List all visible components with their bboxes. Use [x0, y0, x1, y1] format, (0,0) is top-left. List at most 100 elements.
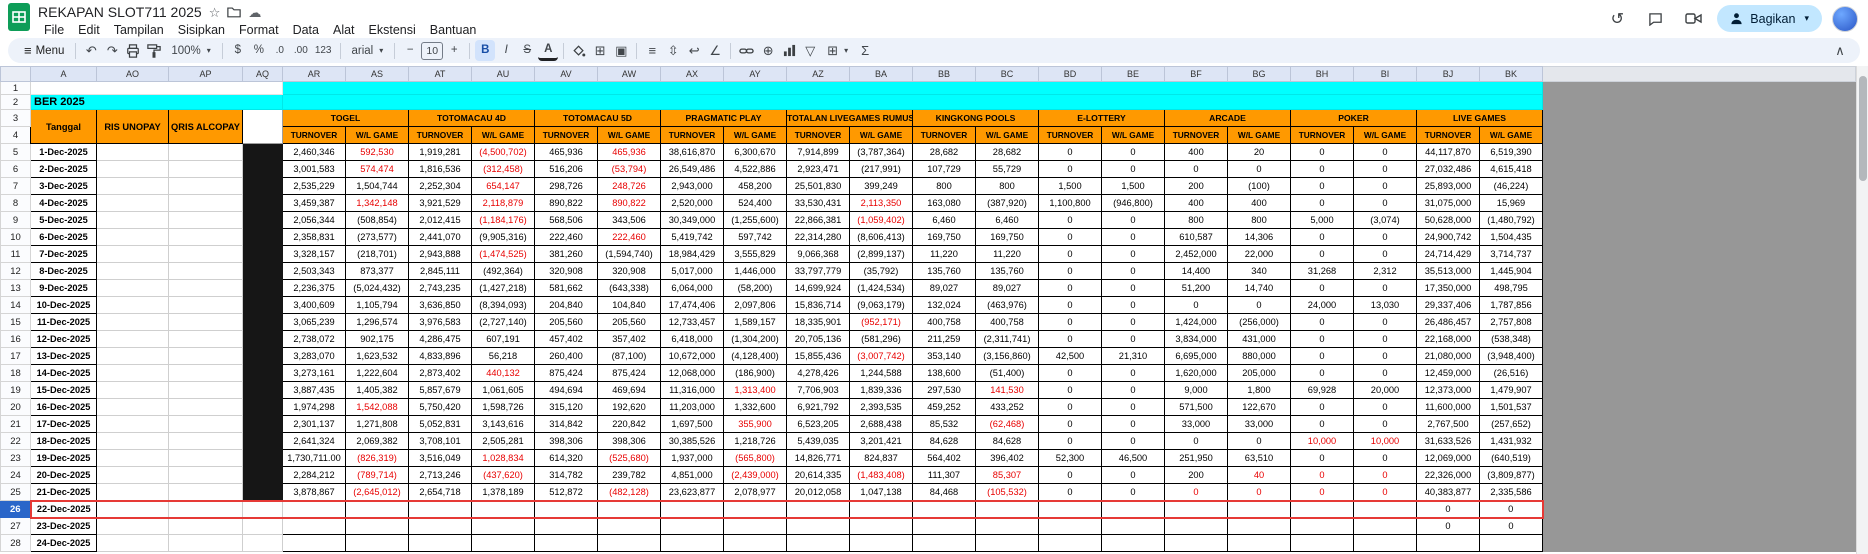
cell[interactable]: 1,501,537 — [1479, 398, 1543, 416]
cell[interactable]: 516,206 — [534, 160, 598, 178]
cell[interactable]: 6,300,670 — [723, 143, 787, 161]
cell[interactable]: 0 — [1164, 483, 1228, 501]
cell[interactable]: 571,500 — [1164, 398, 1228, 416]
cell[interactable]: 10,000 — [1353, 432, 1417, 450]
cell[interactable] — [168, 483, 243, 501]
cell[interactable]: 512,872 — [534, 483, 598, 501]
cell[interactable]: 1,100,800 — [1038, 194, 1102, 212]
cell[interactable]: 4,522,886 — [723, 160, 787, 178]
cell[interactable]: 3,516,049 — [408, 449, 472, 467]
subheader-turnover[interactable]: TURNOVER — [534, 126, 598, 144]
date-cell[interactable]: 8-Dec-2025 — [30, 262, 97, 280]
cell[interactable]: 28,682 — [912, 143, 976, 161]
cell[interactable]: 14,400 — [1164, 262, 1228, 280]
cell[interactable]: 0 — [1416, 499, 1480, 519]
cell[interactable]: 2,743,235 — [408, 279, 472, 297]
cell[interactable]: 4,833,896 — [408, 347, 472, 365]
cell[interactable] — [1038, 499, 1102, 519]
cell[interactable]: 15,969 — [1479, 194, 1543, 212]
cell[interactable]: (1,483,408) — [849, 466, 913, 484]
cell[interactable]: 33,530,431 — [786, 194, 850, 212]
cell[interactable]: 400 — [1164, 194, 1228, 212]
cell[interactable]: 260,400 — [534, 347, 598, 365]
cell[interactable]: 800 — [912, 177, 976, 195]
text-rotate-button[interactable]: ∠ — [705, 40, 725, 61]
cell[interactable]: 7,914,899 — [786, 143, 850, 161]
subheader-turnover[interactable]: TURNOVER — [1164, 126, 1228, 144]
cell[interactable]: 875,424 — [597, 364, 661, 382]
cell[interactable]: (273,577) — [345, 228, 409, 246]
cell[interactable] — [597, 499, 661, 519]
cell[interactable]: 84,468 — [912, 483, 976, 501]
cell[interactable]: 400 — [1164, 143, 1228, 161]
cell[interactable] — [849, 499, 913, 519]
cell[interactable]: 11,203,000 — [660, 398, 724, 416]
cell[interactable]: 18,335,901 — [786, 313, 850, 331]
cell[interactable]: 0 — [1101, 211, 1165, 229]
cell[interactable]: 2,520,000 — [660, 194, 724, 212]
cell[interactable]: 610,587 — [1164, 228, 1228, 246]
cell[interactable]: 200 — [1164, 177, 1228, 195]
cell[interactable]: (35,792) — [849, 262, 913, 280]
vertical-align-button[interactable]: ⇳ — [663, 40, 683, 61]
row-header-5[interactable]: 5 — [0, 143, 31, 161]
subheader-wl[interactable]: W/L GAME — [597, 126, 661, 144]
cell[interactable]: (952,171) — [849, 313, 913, 331]
cell[interactable]: 89,027 — [912, 279, 976, 297]
cell[interactable] — [168, 194, 243, 212]
cell[interactable]: 498,795 — [1479, 279, 1543, 297]
cell[interactable]: 458,200 — [723, 177, 787, 195]
cell[interactable]: 524,400 — [723, 194, 787, 212]
cell[interactable]: 40 — [1227, 466, 1291, 484]
date-cell[interactable]: 6-Dec-2025 — [30, 228, 97, 246]
cell[interactable]: 4,286,475 — [408, 330, 472, 348]
cell[interactable]: (26,516) — [1479, 364, 1543, 382]
cell[interactable]: 0 — [1290, 313, 1354, 331]
cell[interactable]: 3,201,421 — [849, 432, 913, 450]
cell[interactable]: 3,400,609 — [282, 296, 346, 314]
cell[interactable]: 0 — [1290, 330, 1354, 348]
cell[interactable] — [975, 534, 1039, 552]
cell[interactable] — [1227, 517, 1291, 535]
cell[interactable]: 1,244,588 — [849, 364, 913, 382]
cell[interactable]: 902,175 — [345, 330, 409, 348]
cell[interactable]: 1,479,907 — [1479, 381, 1543, 399]
cell[interactable]: 2,505,281 — [471, 432, 535, 450]
date-cell[interactable]: 14-Dec-2025 — [30, 364, 97, 382]
date-cell[interactable]: 22-Dec-2025 — [29, 499, 97, 519]
cell[interactable]: 22,000 — [1227, 245, 1291, 263]
cell[interactable]: 107,729 — [912, 160, 976, 178]
cell[interactable]: 581,662 — [534, 279, 598, 297]
cell[interactable]: 400 — [1227, 194, 1291, 212]
cell[interactable]: (387,920) — [975, 194, 1039, 212]
cell[interactable]: (2,899,137) — [849, 245, 913, 263]
cell[interactable]: 0 — [1164, 160, 1228, 178]
cell[interactable]: 494,694 — [534, 381, 598, 399]
cell[interactable]: 0 — [1353, 398, 1417, 416]
cell[interactable] — [242, 364, 283, 382]
cell[interactable]: (9,905,316) — [471, 228, 535, 246]
cell[interactable]: 800 — [1164, 211, 1228, 229]
cell[interactable]: 3,921,529 — [408, 194, 472, 212]
cell[interactable]: 0 — [1101, 398, 1165, 416]
cell[interactable] — [534, 499, 598, 519]
cell[interactable] — [660, 499, 724, 519]
cell[interactable]: 22,314,280 — [786, 228, 850, 246]
cell[interactable]: 12,733,457 — [660, 313, 724, 331]
cell[interactable]: 11,316,000 — [660, 381, 724, 399]
cell[interactable]: (643,338) — [597, 279, 661, 297]
cell[interactable] — [1164, 499, 1228, 519]
cell[interactable]: 9,066,368 — [786, 245, 850, 263]
cell[interactable]: 21,310 — [1101, 347, 1165, 365]
cell[interactable]: 4,615,418 — [1479, 160, 1543, 178]
cell[interactable]: 0 — [1038, 466, 1102, 484]
font-select[interactable]: arial ▾ — [346, 40, 390, 61]
date-cell[interactable]: 11-Dec-2025 — [30, 313, 97, 331]
cell[interactable] — [168, 228, 243, 246]
cell[interactable]: 320,908 — [534, 262, 598, 280]
cell[interactable] — [96, 228, 169, 246]
cell[interactable]: (5,024,432) — [345, 279, 409, 297]
menu-item-bantuan[interactable]: Bantuan — [424, 23, 483, 37]
cell[interactable]: (508,854) — [345, 211, 409, 229]
cell[interactable]: 15,836,714 — [786, 296, 850, 314]
